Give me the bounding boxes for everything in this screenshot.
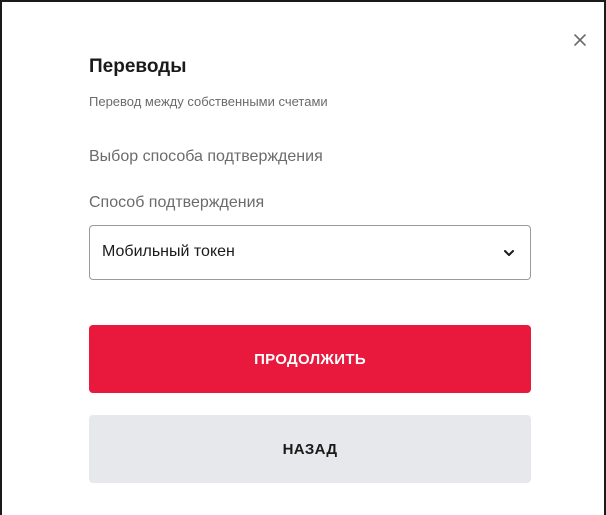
chevron-down-icon <box>502 246 516 260</box>
confirmation-method-select[interactable]: Мобильный токен <box>89 225 531 280</box>
back-button[interactable]: НАЗАД <box>89 415 531 483</box>
continue-button[interactable]: ПРОДОЛЖИТЬ <box>89 325 531 393</box>
confirmation-method-label: Способ подтверждения <box>89 194 265 211</box>
confirmation-method-value: Мобильный токен <box>102 243 235 260</box>
close-icon[interactable] <box>570 30 590 50</box>
confirmation-dialog: Переводы Перевод между собственными счет… <box>0 0 606 515</box>
dialog-subtitle: Перевод между собственными счетами <box>89 94 328 109</box>
step-label: Выбор способа подтверждения <box>89 148 323 165</box>
dialog-title: Переводы <box>89 56 187 77</box>
